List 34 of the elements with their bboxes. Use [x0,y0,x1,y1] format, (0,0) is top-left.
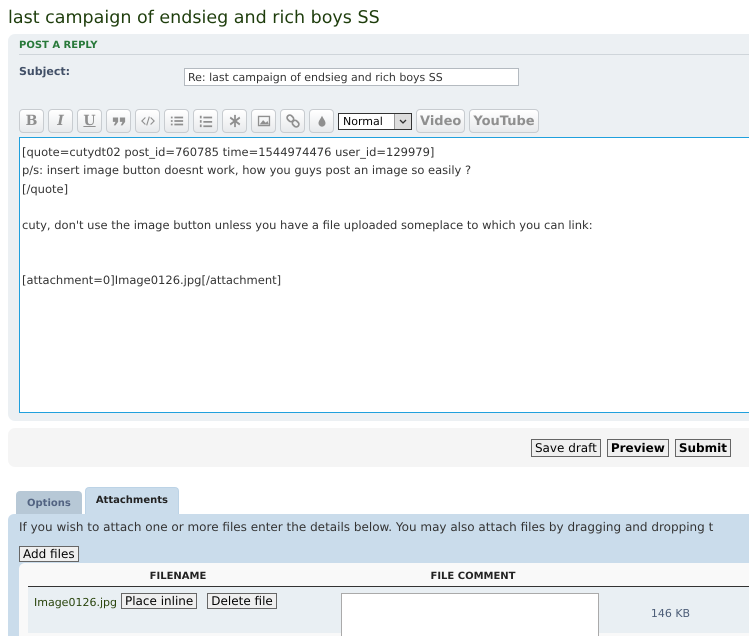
column-header: FILENAME [150,571,206,582]
topic-title: last campaign of endsieg and rich boys SS [8,8,381,28]
quote-button[interactable] [106,109,131,133]
drop-button[interactable] [309,109,334,133]
image-icon [256,114,270,128]
action-button[interactable]: Save draft [530,438,601,456]
code-button[interactable] [135,109,160,133]
panel-heading: POST A REPLY [19,40,749,55]
caret-icon [399,118,407,124]
code-icon [140,114,154,128]
asterisk-icon [228,114,242,128]
link-button[interactable] [280,109,305,133]
file-button[interactable]: Place inline [120,593,198,609]
file-size: 146 KB [650,607,690,620]
file-button[interactable]: Delete file [207,593,277,609]
numbered-list-button[interactable] [193,109,218,133]
link-icon [286,114,300,128]
tab[interactable]: Attachments [84,487,179,514]
numbered-list-icon [198,114,212,128]
font-size-select[interactable]: Normal [338,112,412,130]
list-icon [170,114,184,128]
action-button[interactable]: Submit [674,438,731,456]
message-editor[interactable]: [quote=cutydt02 post_id=760785 time=1544974476 user_id=129979] p/s: insert image button doesnt work, how you guys post an image so easily ? [/quote] cuty, don't use the image button unless you have a file uploaded someplace to which you can link: [attachment=0]Image0126.jpg[/attachment] [19,137,749,413]
subject-field[interactable]: Re: last campaign of endsieg and rich boys SS [184,68,519,86]
action-button[interactable]: Preview [606,438,669,456]
add-files-button[interactable]: Add files [19,546,79,562]
column-header: FILE COMMENT [430,571,516,582]
file-comment-field[interactable] [340,593,599,636]
file-name: Image0126.jpg [34,596,117,609]
subject-label: Subject: [19,65,72,78]
image-button[interactable] [251,109,276,133]
attach-info: If you wish to attach one or more files enter the details below. You may also attach files by dragging and dropping t [19,520,714,534]
asterisk-button[interactable] [222,109,247,133]
list-button[interactable] [164,109,189,133]
